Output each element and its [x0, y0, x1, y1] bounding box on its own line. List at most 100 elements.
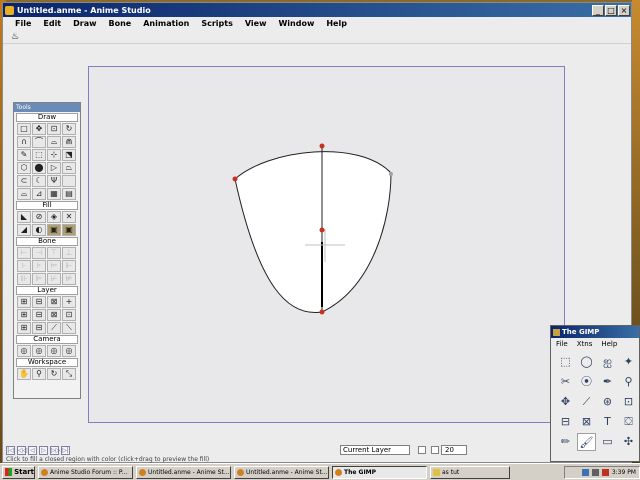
draw-tool-button[interactable]: ⏢ — [62, 162, 76, 174]
gimp-tool-button[interactable]: ⬚ — [556, 353, 575, 371]
task-anime-forum[interactable]: Anime Studio Forum :: P... — [38, 465, 133, 479]
fill-tool-button[interactable]: ◈ — [47, 211, 61, 223]
fill-tool-button[interactable]: ⊘ — [32, 211, 46, 223]
layer-tool-button[interactable]: ⟋ — [47, 322, 61, 334]
back-button[interactable]: ◁ — [28, 445, 37, 455]
draw-tool-button[interactable]: ⬔ — [62, 149, 76, 161]
bone-tool-button[interactable]: ⊦ — [17, 260, 31, 272]
menu-scripts[interactable]: Scripts — [195, 19, 239, 28]
workspace-tool-button[interactable]: ↻ — [47, 368, 61, 380]
gimp-tool-button[interactable]: ◯ — [577, 353, 596, 371]
draw-tool-button[interactable]: ⬤ — [32, 162, 46, 174]
bone-tool-button[interactable]: ⊪ — [17, 273, 31, 285]
bone-tool-button[interactable]: ⊫ — [32, 273, 46, 285]
gimp-tool-button[interactable]: ⊠ — [577, 413, 596, 431]
gimp-tool-button[interactable]: ✣ — [619, 433, 638, 451]
fill-tool-button[interactable]: ◢ — [17, 224, 31, 236]
layer-tool-button[interactable]: ⊞ — [17, 309, 31, 321]
paint-bucket-icon[interactable]: ♨ — [11, 32, 19, 42]
close-button[interactable]: × — [618, 4, 630, 16]
camera-tool-button[interactable]: ◎ — [47, 345, 61, 357]
bone-tool-button[interactable]: ⊧ — [32, 260, 46, 272]
menu-bone[interactable]: Bone — [103, 19, 138, 28]
draw-tool-button[interactable]: Ψ — [47, 175, 61, 187]
menu-edit[interactable]: Edit — [37, 19, 67, 28]
camera-tool-button[interactable]: ◎ — [17, 345, 31, 357]
draw-tool-button[interactable]: ☾ — [32, 175, 46, 187]
workspace-tool-button[interactable]: ✋ — [17, 368, 31, 380]
layer-tool-button[interactable]: ⊠ — [47, 296, 61, 308]
frame-number-field[interactable]: 20 — [441, 445, 467, 455]
draw-tool-button[interactable]: □ — [17, 123, 31, 135]
menu-animation[interactable]: Animation — [137, 19, 195, 28]
fill-tool-button[interactable]: ✕ — [62, 211, 76, 223]
gimp-tool-button[interactable]: ▭ — [598, 433, 617, 451]
draw-tool-button[interactable]: ⌓ — [47, 136, 61, 148]
draw-tool-button[interactable]: ▷ — [47, 162, 61, 174]
draw-tool-button[interactable]: ∩ — [17, 136, 31, 148]
gimp-menu-xtns[interactable]: Xtns — [577, 340, 593, 348]
clock[interactable]: 3:39 PM — [612, 469, 636, 476]
fill-tool-button[interactable]: ▣ — [62, 224, 76, 236]
security-icon[interactable] — [601, 468, 609, 476]
canvas-area[interactable] — [88, 66, 565, 423]
bone-tool-button[interactable]: ⊭ — [62, 273, 76, 285]
volume-icon[interactable] — [591, 468, 599, 476]
layer-select[interactable]: Current Layer — [340, 445, 410, 455]
bone-tool-button[interactable]: ⊥ — [62, 247, 76, 259]
draw-tool-button[interactable]: ⊂ — [17, 175, 31, 187]
fill-tool-button[interactable]: ◐ — [32, 224, 46, 236]
layer-tool-button[interactable]: ⊞ — [17, 296, 31, 308]
draw-tool-button[interactable]: ⬡ — [17, 162, 31, 174]
fill-tool-button[interactable]: ▣ — [47, 224, 61, 236]
camera-tool-button[interactable]: ◎ — [62, 345, 76, 357]
gimp-menu-help[interactable]: Help — [601, 340, 617, 348]
frame-checkbox[interactable] — [418, 446, 426, 454]
play-button[interactable]: ▷ — [39, 445, 48, 455]
task-anime-studio-2[interactable]: Untitled.anme - Anime St... — [234, 465, 329, 479]
task-gimp[interactable]: The GIMP — [332, 465, 427, 479]
menu-window[interactable]: Window — [272, 19, 320, 28]
draw-tool-button[interactable]: ✎ — [17, 149, 31, 161]
frame-grid-icon[interactable] — [431, 446, 439, 454]
menu-draw[interactable]: Draw — [67, 19, 102, 28]
gimp-tool-button[interactable]: ⟋ — [577, 393, 596, 411]
draw-tool-button[interactable]: ✥ — [32, 123, 46, 135]
gimp-tool-button[interactable]: ✥ — [556, 393, 575, 411]
draw-tool-button[interactable]: ⌒ — [32, 136, 46, 148]
fill-tool-button[interactable]: ◣ — [17, 211, 31, 223]
draw-tool-button[interactable]: ⊿ — [32, 188, 46, 200]
layer-tool-button[interactable]: ⟍ — [62, 322, 76, 334]
end-button[interactable]: ▷| — [61, 445, 70, 455]
gimp-tool-button[interactable]: ✂ — [556, 373, 575, 391]
bone-tool-button[interactable]: ⊢ — [17, 247, 31, 259]
gimp-menu-file[interactable]: File — [556, 340, 568, 348]
minimize-button[interactable]: _ — [592, 4, 604, 16]
gimp-tool-button[interactable]: ⊡ — [619, 393, 638, 411]
gimp-titlebar[interactable]: The GIMP — [551, 326, 639, 338]
task-as-tut[interactable]: as tut — [430, 465, 510, 479]
draw-tool-button[interactable]: ⋒ — [62, 136, 76, 148]
gimp-tool-button[interactable]: ⊛ — [598, 393, 617, 411]
layer-tool-button[interactable]: ⊟ — [32, 296, 46, 308]
window-titlebar[interactable]: Untitled.anme - Anime Studio _ □ × — [3, 3, 631, 17]
gimp-tool-button[interactable]: ஐ — [598, 353, 617, 371]
maximize-button[interactable]: □ — [605, 4, 617, 16]
menu-file[interactable]: File — [9, 19, 37, 28]
gimp-tool-button[interactable]: ✦ — [619, 353, 638, 371]
canvas-drawing[interactable] — [89, 67, 566, 424]
bone-tool-button[interactable]: ⊤ — [47, 247, 61, 259]
workspace-tool-button[interactable]: ⚲ — [32, 368, 46, 380]
draw-tool-button[interactable]: ▤ — [62, 188, 76, 200]
draw-tool-button[interactable]: ⌓ — [17, 188, 31, 200]
step-back-button[interactable]: ◁◁ — [17, 445, 27, 455]
gimp-tool-button[interactable]: ⚲ — [619, 373, 638, 391]
layer-tool-button[interactable]: ⊟ — [32, 322, 46, 334]
gimp-tool-button[interactable]: ⛋ — [619, 413, 638, 431]
bone-tool-button[interactable]: ⊣ — [32, 247, 46, 259]
gimp-tool-button[interactable]: 🖌 — [577, 433, 596, 451]
draw-tool-button[interactable] — [62, 175, 76, 187]
bone-tool-button[interactable]: ⊩ — [62, 260, 76, 272]
layer-tool-button[interactable]: ⊟ — [32, 309, 46, 321]
layer-tool-button[interactable]: ⊠ — [47, 309, 61, 321]
